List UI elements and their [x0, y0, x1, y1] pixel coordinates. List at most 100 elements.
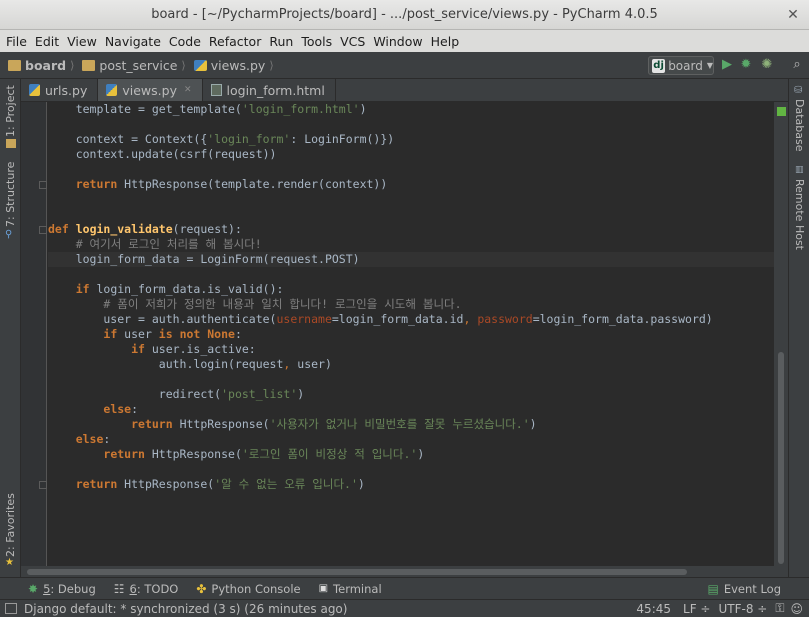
code-line: if login_form_data.is_valid(): [75, 282, 284, 296]
code-line: def login_validate(request): [48, 222, 242, 236]
menu-edit[interactable]: Edit [31, 34, 63, 49]
line-separator-select[interactable]: LF ÷ [683, 602, 710, 616]
debug-icon[interactable]: ✹ [739, 58, 753, 72]
run-icon[interactable]: ▶ [720, 58, 734, 72]
menu-tools[interactable]: Tools [297, 34, 336, 49]
favorites-panel-tab[interactable]: 2: Favorites [4, 493, 17, 557]
menu-run[interactable]: Run [265, 34, 297, 49]
todo-tool-button[interactable]: ☷ 6: TODO [105, 582, 188, 596]
structure-panel-tab[interactable]: 7: Structure [4, 162, 17, 227]
left-tool-strip: 1: Project 7: Structure ⚲ 2: Favorites ★ [0, 79, 21, 577]
fold-marker-icon[interactable] [39, 181, 47, 189]
editor-vertical-scrollbar[interactable] [774, 102, 788, 566]
code-line: return HttpResponse('로그인 폼이 비정상 적 입니다.') [103, 447, 425, 461]
menu-window[interactable]: Window [369, 34, 426, 49]
tool-label: : Debug [50, 581, 96, 596]
breadcrumb-label: views.py [210, 57, 266, 73]
menu-view[interactable]: View [63, 34, 101, 49]
code-line: else: [103, 402, 139, 416]
navigation-bar: board ⟩ post_service ⟩ views.py ⟩ dj boa… [0, 52, 809, 79]
structure-icon: ⚲ [5, 229, 13, 240]
encoding-select[interactable]: UTF-8 ÷ [718, 602, 767, 616]
run-configuration-label: board [668, 58, 703, 73]
code-line: if user is not None: [103, 327, 242, 341]
event-log-tool-button[interactable]: ▤ Event Log [699, 582, 809, 596]
project-panel-tab[interactable]: 1: Project [4, 85, 17, 137]
scrollbar-thumb[interactable] [778, 352, 784, 564]
tool-label: Python Console [211, 581, 301, 596]
search-icon[interactable]: ⌕ [790, 58, 804, 72]
star-icon: ★ [5, 557, 14, 568]
breadcrumb-package[interactable]: post_service [74, 58, 181, 73]
code-line: # 폼이 저희가 정의한 내용과 일치 합니다! 로그인을 시도해 봅니다. [103, 297, 462, 311]
terminal-tool-button[interactable]: ▣ Terminal [310, 582, 391, 596]
run-configuration-select[interactable]: dj board ▼ [648, 56, 714, 75]
coverage-icon[interactable]: ✺ [760, 58, 774, 72]
tab-login-form-html[interactable]: login_form.html [203, 79, 336, 101]
tab-label: urls.py [45, 82, 88, 98]
fold-marker-icon[interactable] [39, 226, 47, 234]
inspector-icon[interactable]: ☺ [790, 602, 803, 616]
code-line: redirect('post_list') [48, 387, 305, 401]
project-icon [6, 139, 16, 148]
remote-host-panel-tab[interactable]: Remote Host [793, 179, 806, 250]
tab-views-py[interactable]: views.py ✕ [98, 79, 203, 101]
lock-icon[interactable]: ⚿ [775, 601, 784, 616]
tab-urls-py[interactable]: urls.py [21, 79, 99, 101]
status-message: Django default: * synchronized (3 s) (26… [24, 601, 348, 616]
code-line: login_form_data = LoginForm(request.POST… [48, 252, 360, 266]
code-line: if user.is_active: [131, 342, 256, 356]
tool-windows-toggle-icon[interactable] [5, 603, 17, 614]
code-line: context = Context({'login_form': LoginFo… [48, 132, 395, 146]
editor-gutter [21, 102, 47, 566]
python-file-icon [106, 84, 118, 96]
close-icon[interactable]: ✕ [785, 7, 801, 23]
menu-navigate[interactable]: Navigate [101, 34, 165, 49]
scrollbar-thumb[interactable] [27, 569, 687, 575]
code-line: template = get_template('login_form.html… [48, 102, 367, 116]
menu-code[interactable]: Code [165, 34, 205, 49]
code-line: context.update(csrf(request)) [48, 147, 277, 161]
django-icon: dj [652, 58, 666, 73]
tool-label: Terminal [333, 581, 382, 596]
dropdown-arrow-icon: ▼ [706, 61, 713, 70]
code-line: return HttpResponse('알 수 없는 오류 입니다.') [75, 477, 365, 491]
tool-key: 6 [129, 581, 137, 596]
debug-tool-button[interactable]: ✸ 5: Debug [0, 582, 105, 596]
breadcrumb-file[interactable]: views.py [186, 58, 270, 73]
caret-position[interactable]: 45:45 [636, 602, 671, 616]
menu-file[interactable]: File [2, 34, 31, 49]
code-line: auth.login(request, user) [48, 357, 332, 371]
tool-label: : TODO [136, 581, 179, 596]
python-file-icon [193, 59, 207, 71]
tool-key: 5 [43, 581, 51, 596]
tool-label: Event Log [723, 581, 781, 596]
menu-help[interactable]: Help [427, 34, 464, 49]
python-console-tool-button[interactable]: ✤ Python Console [187, 582, 309, 596]
menu-bar: File Edit View Navigate Code Refactor Ru… [0, 30, 809, 52]
editor-tab-bar: urls.py views.py ✕ login_form.html [21, 79, 788, 102]
breadcrumb-project[interactable]: board [0, 58, 70, 73]
fold-marker-icon[interactable] [39, 481, 47, 489]
close-tab-icon[interactable]: ✕ [184, 85, 192, 95]
code-editor[interactable]: template = get_template('login_form.html… [21, 102, 774, 566]
breadcrumb-label: board [25, 57, 67, 73]
remote-host-icon: ▥ [795, 165, 804, 175]
event-log-icon: ▤ [707, 581, 719, 596]
bug-icon: ✸ [28, 581, 39, 596]
menu-vcs[interactable]: VCS [336, 34, 369, 49]
database-icon: ⛁ [794, 85, 803, 96]
html-file-icon [210, 84, 222, 96]
tab-label: login_form.html [226, 82, 325, 98]
inspection-ok-icon [777, 107, 786, 116]
tool-window-bar: ✸ 5: Debug ☷ 6: TODO ✤ Python Console ▣ … [0, 577, 809, 599]
code-line: # 여기서 로그인 처리를 해 봅시다! [75, 237, 262, 251]
breadcrumb-label: post_service [99, 57, 178, 73]
code-line: else: [75, 432, 111, 446]
editor-horizontal-scrollbar[interactable] [21, 566, 774, 577]
folder-icon [8, 59, 21, 71]
window-title: board - [~/PycharmProjects/board] - .../… [151, 7, 658, 22]
menu-refactor[interactable]: Refactor [205, 34, 265, 49]
database-panel-tab[interactable]: Database [793, 99, 806, 152]
code-line: return HttpResponse('사용자가 없거나 비밀번호를 잘못 누… [131, 417, 537, 431]
